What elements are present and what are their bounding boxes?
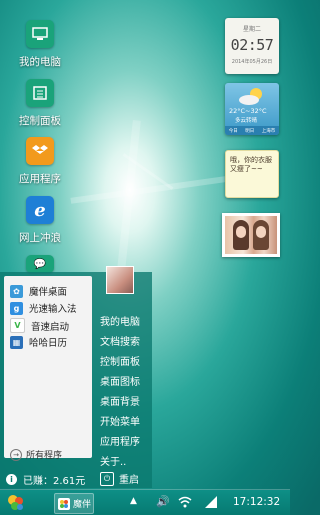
earnings-info: i 已赚：2.61元	[6, 472, 85, 487]
menu-right-control-panel[interactable]: 控制面板	[100, 353, 140, 368]
clock-day: 星期二	[242, 26, 261, 33]
weather-temp: 22°C~32°C	[229, 107, 267, 115]
menu-item-label: 哈哈日历	[29, 338, 68, 349]
mopan-icon: ✿	[10, 284, 23, 298]
start-menu-programs: ✿ 魔伴桌面 g 光速输入法 V 音速启动 ▦ 哈哈日历 → 所有程序	[4, 276, 92, 461]
clock-widget[interactable]: 星期二 02:57 2014年05月26日	[225, 18, 279, 74]
photo-image	[225, 216, 277, 254]
menu-right-about[interactable]: 关于..	[100, 453, 126, 468]
restart-label: 重启	[119, 475, 139, 486]
weather-day-bar: 今日 明日 上海市	[225, 126, 279, 135]
menu-right-desktop-icons[interactable]: 桌面图标	[100, 373, 140, 388]
desktop-icon-label: 网上冲浪	[19, 232, 61, 244]
info-icon: i	[6, 474, 17, 485]
sticky-note-widget[interactable]: 哦，你的衣服又瘦了~~	[225, 150, 279, 198]
desktop-icon-my-computer[interactable]: 我的电脑	[14, 20, 66, 69]
desktop-icon-control-panel[interactable]: 控制面板	[14, 79, 66, 128]
menu-right-applications[interactable]: 应用程序	[100, 433, 140, 448]
ie-browser-icon: e	[26, 196, 54, 224]
weather-day: 今日	[228, 128, 238, 134]
desktop-icon-internet[interactable]: e 网上冲浪	[14, 196, 66, 245]
weather-widget[interactable]: 22°C~32°C 多云转晴 今日 明日 上海市	[225, 83, 279, 135]
weather-day: 上海市	[261, 128, 276, 134]
sticky-note-text: 哦，你的衣服又瘦了~~	[230, 156, 272, 173]
dropbox-icon	[26, 137, 54, 165]
arrow-right-icon: →	[10, 448, 22, 461]
sun-cloud-icon	[239, 88, 262, 105]
clock-time: 02:57	[230, 36, 274, 54]
menu-item-quick-launch[interactable]: V 音速启动	[10, 318, 69, 333]
quick-launch-icon: V	[10, 318, 25, 333]
menu-item-mopan-desktop[interactable]: ✿ 魔伴桌面	[10, 284, 67, 298]
desktop-icon-messenger[interactable]: 💬	[14, 255, 66, 273]
chat-icon: 💬	[26, 255, 54, 273]
desktop-icon-label: 我的电脑	[19, 56, 61, 68]
menu-right-start-menu[interactable]: 开始菜单	[100, 413, 140, 428]
menu-right-document-search[interactable]: 文档搜索	[100, 333, 140, 348]
restart-button[interactable]: ⏻ 重启	[100, 471, 139, 486]
all-programs-button[interactable]: → 所有程序	[10, 448, 62, 461]
mopan-icon	[58, 497, 70, 510]
power-icon: ⏻	[100, 471, 114, 486]
user-avatar[interactable]	[106, 266, 134, 294]
all-programs-label: 所有程序	[26, 451, 63, 461]
wifi-icon[interactable]	[178, 496, 192, 508]
desktop-icon-label: 控制面板	[19, 115, 61, 127]
volume-icon[interactable]: 🔊	[156, 495, 170, 508]
desktop-icon-label: 应用程序	[19, 173, 61, 185]
menu-right-my-computer[interactable]: 我的电脑	[100, 313, 140, 328]
chevron-up-icon[interactable]: ▲	[130, 496, 137, 506]
weather-day: 明日	[245, 128, 255, 134]
control-panel-icon	[26, 79, 54, 107]
start-menu: ✿ 魔伴桌面 g 光速输入法 V 音速启动 ▦ 哈哈日历 → 所有程序 我的电脑…	[0, 266, 152, 488]
taskbar-clock[interactable]: 17:12:32	[233, 496, 280, 508]
clock-date: 2014年05月26日	[231, 59, 273, 65]
menu-item-calendar[interactable]: ▦ 哈哈日历	[10, 335, 67, 349]
calendar-icon: ▦	[10, 335, 23, 349]
signal-icon[interactable]	[205, 496, 217, 508]
taskbar-item-label: 魔伴	[73, 500, 92, 510]
start-button-icon[interactable]	[6, 493, 26, 513]
menu-item-input-method[interactable]: g 光速输入法	[10, 301, 77, 315]
photo-frame-widget[interactable]	[222, 213, 280, 257]
computer-icon	[26, 20, 54, 48]
input-method-icon: g	[10, 301, 23, 315]
menu-right-desktop-background[interactable]: 桌面背景	[100, 393, 140, 408]
menu-item-label: 光速输入法	[29, 304, 77, 315]
menu-item-label: 音速启动	[31, 321, 70, 333]
weather-desc: 多云转晴	[235, 118, 258, 124]
earnings-label: 已赚：2.61元	[23, 476, 86, 487]
taskbar-item-mopan[interactable]: 魔伴	[54, 493, 94, 514]
taskbar: 魔伴 ▲ 🔊 17:12:32	[0, 490, 290, 515]
desktop-icon-applications[interactable]: 应用程序	[14, 137, 66, 186]
menu-item-label: 魔伴桌面	[29, 287, 68, 298]
